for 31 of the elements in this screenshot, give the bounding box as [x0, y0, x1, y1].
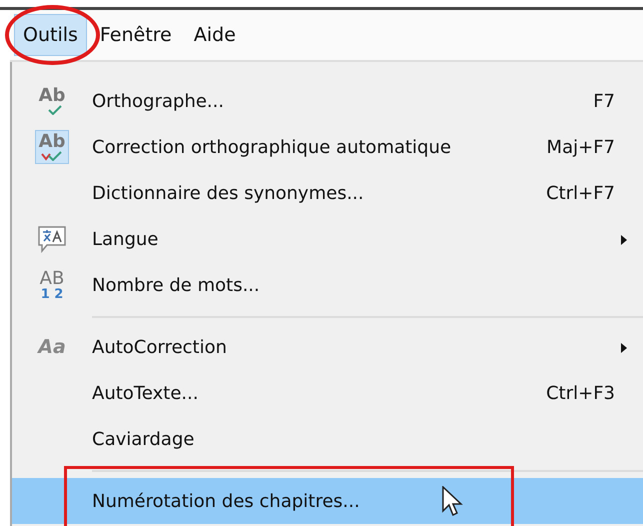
- menu-title[interactable]: Aide: [184, 14, 245, 56]
- shortcut-text: Ctrl+F3: [546, 382, 615, 406]
- menu-item-label: Correction orthographique automatique: [92, 136, 452, 160]
- menu-item-label: AutoCorrection: [92, 336, 227, 360]
- mouse-pointer-icon: [442, 486, 464, 518]
- menu-title[interactable]: Fenêtre: [90, 14, 181, 56]
- autocorrect-icon: Aa: [35, 330, 69, 364]
- menu-item[interactable]: Ab Correction orthographique automatique Maj+F7: [12, 124, 643, 170]
- menu-item-label: Langue: [92, 228, 158, 252]
- menu-item[interactable]: Langue: [12, 216, 643, 262]
- menu-item[interactable]: Numérotation des chapitres...: [12, 478, 643, 524]
- shortcut-text: Maj+F7: [546, 136, 615, 160]
- word-count-icon: AB 1 2: [35, 268, 69, 302]
- menu-item-label: Orthographe...: [92, 90, 224, 114]
- menu-item-label: AutoTexte...: [92, 382, 198, 406]
- menu-item[interactable]: AB 1 2 Nombre de mots...: [12, 262, 643, 308]
- menu-item-label: Numérotation des chapitres...: [92, 490, 360, 514]
- spellcheck-icon: Ab: [35, 130, 69, 164]
- menu-item[interactable]: Dictionnaire des synonymes... Ctrl+F7: [12, 170, 643, 216]
- menu-item-label: Nombre de mots...: [92, 274, 260, 298]
- menu-item-label: Caviardage: [92, 428, 194, 452]
- menu-item[interactable]: Ab Orthographe... F7: [12, 78, 643, 124]
- menu-item[interactable]: Aa AutoCorrection: [12, 324, 643, 370]
- menu-item[interactable]: AutoTexte... Ctrl+F3: [12, 370, 643, 416]
- menu-item-label: Dictionnaire des synonymes...: [92, 182, 364, 206]
- menu-item[interactable]: Caviardage: [12, 416, 643, 462]
- shortcut-text: F7: [593, 90, 615, 114]
- submenu-arrow-icon: [621, 342, 627, 353]
- shortcut-text: Ctrl+F7: [546, 182, 615, 206]
- submenu-arrow-icon: [621, 234, 627, 245]
- menu-title[interactable]: Outils: [14, 14, 87, 56]
